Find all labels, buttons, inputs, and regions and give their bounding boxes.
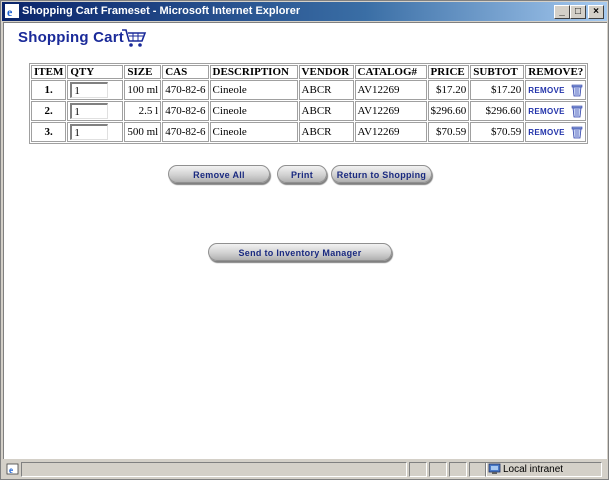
qty-input[interactable] [70,103,109,119]
qty-cell [67,122,124,142]
vendor-cell: ABCR [298,101,354,121]
description-cell: Cineole [209,80,298,100]
table-row: 2. 2.5 l 470-82-6 Cineole ABCR AV12269 $… [31,101,587,121]
item-number: 1. [31,80,67,100]
remove-cell: REMOVE [525,101,587,121]
return-to-shopping-button[interactable]: Return to Shopping [331,165,432,183]
subtot-cell: $296.60 [470,101,525,121]
page-title: Shopping Cart [18,29,124,46]
qty-cell [67,80,124,100]
status-pane [429,462,447,477]
table-header-row: ITEM QTY SIZE CAS DESCRIPTION VENDOR CAT… [31,65,587,79]
size-cell: 2.5 l [124,101,162,121]
col-cas: CAS [162,65,209,79]
vendor-cell: ABCR [298,122,354,142]
qty-input[interactable] [70,82,109,98]
subtot-cell: $17.20 [470,80,525,100]
status-bar: e Local intranet [3,460,606,478]
col-qty: QTY [67,65,124,79]
close-button[interactable]: × [588,5,604,19]
cart-table: ITEM QTY SIZE CAS DESCRIPTION VENDOR CAT… [29,63,589,144]
minimize-button[interactable]: _ [554,5,570,19]
price-cell: $17.20 [427,80,470,100]
title-bar: e Shopping Cart Frameset - Microsoft Int… [2,2,607,21]
vendor-cell: ABCR [298,80,354,100]
status-pane [449,462,467,477]
security-zone-label: Local intranet [503,464,564,475]
item-number: 3. [31,122,67,142]
remove-link[interactable]: REMOVE [528,107,564,116]
remove-all-button[interactable]: Remove All [168,165,270,183]
table-row: 1. 100 ml 470-82-6 Cineole ABCR AV12269 … [31,80,587,100]
cas-cell: 470-82-6 [162,80,209,100]
trash-icon[interactable] [571,84,583,97]
subtot-cell: $70.59 [470,122,525,142]
intranet-icon [488,463,501,474]
trash-icon[interactable] [571,126,583,139]
col-remove: REMOVE? [525,65,587,79]
qty-input[interactable] [70,124,109,140]
ie-icon: e [5,4,19,18]
cas-cell: 470-82-6 [162,122,209,142]
col-price: PRICE [427,65,470,79]
size-cell: 100 ml [124,80,162,100]
trash-icon[interactable] [571,105,583,118]
remove-link[interactable]: REMOVE [528,128,564,137]
shopping-cart-icon [122,29,147,47]
remove-cell: REMOVE [525,80,587,100]
description-cell: Cineole [209,101,298,121]
item-number: 2. [31,101,67,121]
col-catalog: CATALOG# [354,65,427,79]
status-message-pane [21,462,407,477]
catalog-cell: AV12269 [354,122,427,142]
svg-text:e: e [9,465,13,475]
col-size: SIZE [124,65,162,79]
description-cell: Cineole [209,122,298,142]
col-subtot: SUBTOT [470,65,525,79]
browser-window: e Shopping Cart Frameset - Microsoft Int… [0,0,609,480]
size-cell: 500 ml [124,122,162,142]
catalog-cell: AV12269 [354,80,427,100]
catalog-cell: AV12269 [354,101,427,121]
qty-cell [67,101,124,121]
price-cell: $70.59 [427,122,470,142]
remove-cell: REMOVE [525,122,587,142]
col-description: DESCRIPTION [209,65,298,79]
page-content: Shopping Cart ITEM QTY SIZE CAS DESCRIPT… [3,22,607,459]
window-title: Shopping Cart Frameset - Microsoft Inter… [22,5,301,17]
table-row: 3. 500 ml 470-82-6 Cineole ABCR AV12269 … [31,122,587,142]
status-pane [409,462,427,477]
send-to-inventory-button[interactable]: Send to Inventory Manager [208,243,392,261]
cas-cell: 470-82-6 [162,101,209,121]
col-item: ITEM [31,65,67,79]
maximize-button[interactable]: □ [570,5,586,19]
price-cell: $296.60 [427,101,470,121]
col-vendor: VENDOR [298,65,354,79]
svg-text:e: e [7,5,13,18]
page-icon: e [6,463,19,475]
remove-link[interactable]: REMOVE [528,86,564,95]
print-button[interactable]: Print [277,165,327,183]
